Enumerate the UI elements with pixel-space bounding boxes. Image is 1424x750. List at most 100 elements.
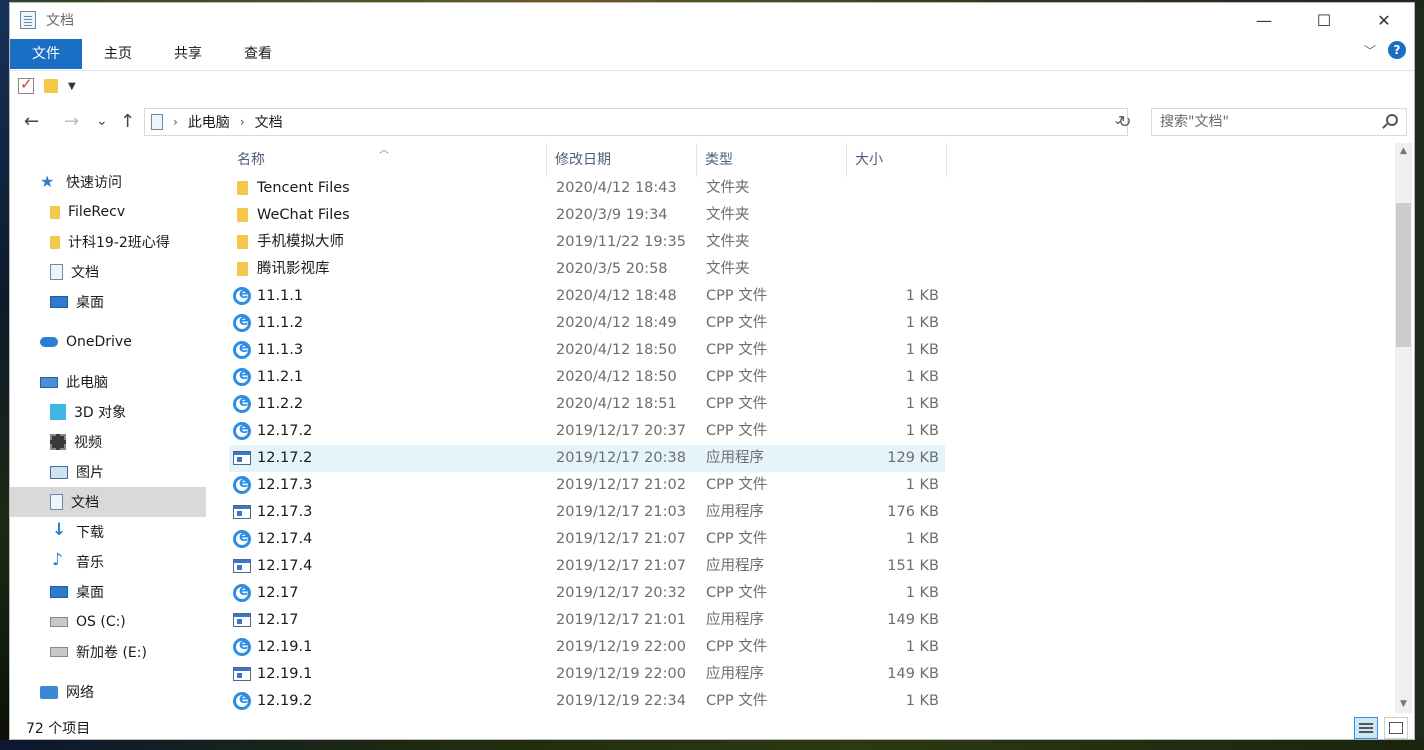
file-row[interactable]: 11.1.1 2020/4/12 18:48 CPP 文件 1 KB (229, 283, 945, 310)
file-row[interactable]: 12.17.2 2019/12/17 20:38 应用程序 129 KB (229, 445, 945, 472)
sidebar-item[interactable]: 网络 (10, 677, 206, 707)
scroll-thumb[interactable] (1396, 203, 1411, 347)
sidebar-item[interactable]: 图片 (10, 457, 206, 487)
document-icon (50, 264, 63, 280)
video-icon (50, 434, 66, 450)
file-row[interactable]: 11.2.1 2020/4/12 18:50 CPP 文件 1 KB (229, 364, 945, 391)
tab-file[interactable]: 文件 (10, 38, 82, 69)
file-row[interactable]: 11.1.2 2020/4/12 18:49 CPP 文件 1 KB (229, 310, 945, 337)
window-title: 文档 (46, 13, 74, 29)
file-row[interactable]: 12.17.4 2019/12/17 21:07 应用程序 151 KB (229, 553, 945, 580)
file-row[interactable]: 12.17.3 2019/12/17 21:03 应用程序 176 KB (229, 499, 945, 526)
vertical-scrollbar[interactable]: ▲ ▼ (1395, 143, 1412, 713)
sidebar-item-label: 桌面 (76, 295, 104, 311)
file-name: 12.17.4 (257, 531, 313, 547)
breadcrumb-this-pc[interactable]: 此电脑 (188, 112, 230, 132)
column-header-size[interactable]: 大小 (847, 143, 947, 177)
sidebar-item[interactable]: OS (C:) (10, 607, 206, 637)
file-row[interactable]: 手机模拟大师 2019/11/22 19:35 文件夹 (229, 229, 945, 256)
file-row[interactable]: 12.17.2 2019/12/17 20:37 CPP 文件 1 KB (229, 418, 945, 445)
file-type: CPP 文件 (706, 693, 768, 709)
file-explorer-window: 文档 — ☐ ✕ 文件 主页 共享 查看 ﹀ ? ▼ ← → ⌄ ↑ › 此电脑… (9, 2, 1415, 740)
sidebar-item[interactable]: OneDrive (10, 327, 206, 357)
tab-view[interactable]: 查看 (224, 39, 292, 69)
tab-home[interactable]: 主页 (84, 39, 152, 69)
properties-check-icon[interactable] (18, 75, 34, 94)
search-input[interactable] (1160, 114, 1370, 130)
sidebar-item[interactable]: 桌面 (10, 577, 206, 607)
file-row[interactable]: 11.1.3 2020/4/12 18:50 CPP 文件 1 KB (229, 337, 945, 364)
file-type: 文件夹 (706, 261, 750, 277)
column-header-name[interactable]: 名称 (229, 143, 547, 177)
search-icon[interactable] (1386, 114, 1398, 126)
document-location-icon (151, 114, 163, 130)
cloud-icon (40, 337, 58, 347)
title-bar: 文档 — ☐ ✕ (10, 3, 1414, 37)
search-box[interactable] (1151, 108, 1407, 136)
file-type: CPP 文件 (706, 639, 768, 655)
expand-ribbon-chevron-icon[interactable]: ﹀ (1364, 42, 1376, 59)
up-button[interactable]: ↑ (120, 111, 135, 132)
sidebar-item[interactable]: FileRecv (10, 197, 206, 227)
file-row[interactable]: 12.17 2019/12/17 20:32 CPP 文件 1 KB (229, 580, 945, 607)
file-row[interactable]: 12.19.1 2019/12/19 22:00 应用程序 149 KB (229, 661, 945, 688)
file-row[interactable]: 12.19.2 2019/12/19 22:34 CPP 文件 1 KB (229, 688, 945, 713)
star-icon (40, 172, 58, 191)
sidebar-item[interactable]: 此电脑 (10, 367, 206, 397)
file-row[interactable]: WeChat Files 2020/3/9 19:34 文件夹 (229, 202, 945, 229)
forward-button[interactable]: → (64, 111, 79, 132)
file-row[interactable]: 11.2.2 2020/4/12 18:51 CPP 文件 1 KB (229, 391, 945, 418)
back-button[interactable]: ← (24, 111, 39, 132)
sidebar-item[interactable]: 3D 对象 (10, 397, 206, 427)
help-icon[interactable]: ? (1388, 41, 1406, 59)
scroll-up-icon[interactable]: ▲ (1395, 143, 1412, 160)
recent-locations-button[interactable]: ⌄ (96, 113, 108, 129)
file-size: 149 KB (887, 612, 939, 628)
file-name: 11.1.2 (257, 315, 304, 331)
file-date: 2019/12/17 21:07 (556, 558, 686, 574)
document-icon (50, 494, 63, 510)
sidebar-item[interactable]: 快速访问 (10, 167, 206, 197)
maximize-button[interactable]: ☐ (1294, 3, 1354, 37)
file-date: 2020/4/12 18:48 (556, 288, 677, 304)
drive-icon (50, 647, 68, 657)
sidebar-item[interactable]: 视频 (10, 427, 206, 457)
sidebar-item[interactable]: 桌面 (10, 287, 206, 317)
file-row[interactable]: 腾讯影视库 2020/3/5 20:58 文件夹 (229, 256, 945, 283)
file-name: 12.17.2 (257, 450, 313, 466)
breadcrumb-documents[interactable]: 文档 (255, 112, 283, 132)
file-row[interactable]: 12.17 2019/12/17 21:01 应用程序 149 KB (229, 607, 945, 634)
file-row[interactable]: Tencent Files 2020/4/12 18:43 文件夹 (229, 175, 945, 202)
large-icons-view-icon[interactable] (1384, 717, 1408, 739)
application-icon (233, 451, 251, 465)
address-bar[interactable]: › 此电脑 › 文档 ⌄ (144, 108, 1128, 136)
customize-toolbar-dropdown-icon[interactable]: ▼ (68, 81, 76, 92)
file-row[interactable]: 12.17.3 2019/12/17 21:02 CPP 文件 1 KB (229, 472, 945, 499)
new-folder-icon[interactable] (44, 79, 58, 93)
file-size: 1 KB (905, 585, 939, 601)
close-button[interactable]: ✕ (1354, 3, 1414, 37)
sidebar-item[interactable]: 计科19-2班心得 (10, 227, 206, 257)
status-bar: 72 个项目 (10, 715, 1414, 741)
file-row[interactable]: 12.17.4 2019/12/17 21:07 CPP 文件 1 KB (229, 526, 945, 553)
file-type: CPP 文件 (706, 423, 768, 439)
scroll-down-icon[interactable]: ▼ (1395, 696, 1412, 713)
sidebar-item[interactable]: 音乐 (10, 547, 206, 577)
file-date: 2019/12/17 21:02 (556, 477, 686, 493)
file-name: 12.19.1 (257, 666, 313, 682)
folder-icon (237, 262, 248, 276)
breadcrumb-separator-icon[interactable]: › (173, 115, 178, 129)
details-view-icon[interactable] (1354, 717, 1378, 739)
column-header-type[interactable]: 类型 (697, 143, 847, 177)
minimize-button[interactable]: — (1234, 3, 1294, 37)
sidebar-item[interactable]: 文档 (10, 487, 206, 517)
sidebar-item[interactable]: 文档 (10, 257, 206, 287)
sidebar-item[interactable]: 新加卷 (E:) (10, 637, 206, 667)
breadcrumb-separator-icon[interactable]: › (240, 115, 245, 129)
file-row[interactable]: 12.19.1 2019/12/19 22:00 CPP 文件 1 KB (229, 634, 945, 661)
column-header-date[interactable]: 修改日期 (547, 143, 697, 177)
sidebar-item[interactable]: 下载 (10, 517, 206, 547)
navigation-pane: 快速访问FileRecv计科19-2班心得文档桌面OneDrive此电脑3D 对… (10, 143, 206, 713)
refresh-button[interactable]: ↻ (1118, 112, 1131, 131)
tab-share[interactable]: 共享 (154, 39, 222, 69)
